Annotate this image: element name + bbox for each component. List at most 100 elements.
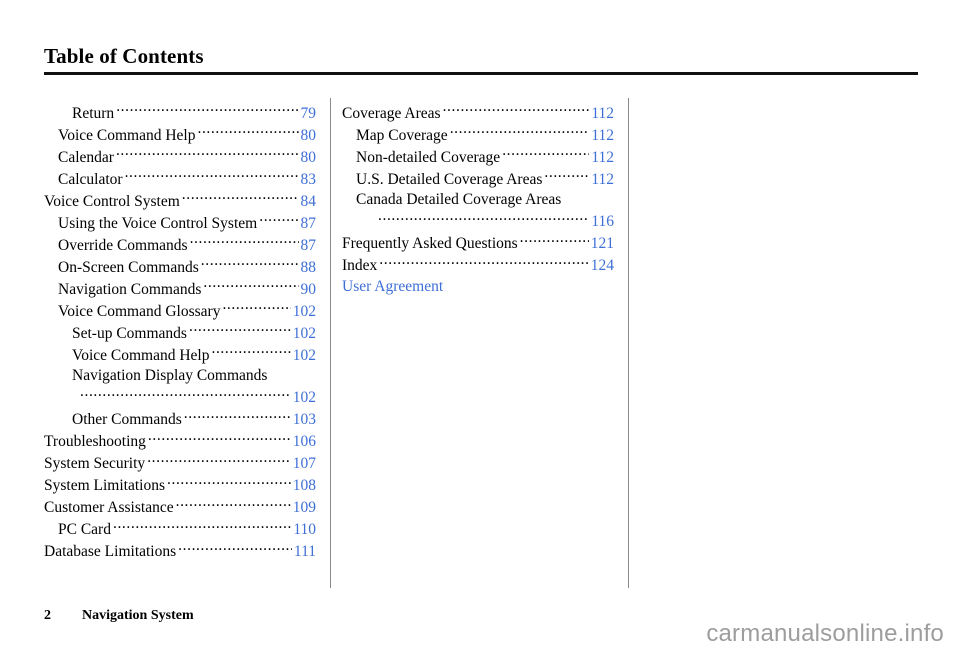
footer-section-title: Navigation System — [82, 608, 194, 623]
toc-entry[interactable]: Non-detailed Coverage 112 — [342, 146, 614, 168]
toc-leader-dots — [80, 387, 291, 403]
toc-leader-dots — [167, 475, 291, 491]
toc-entry[interactable]: Voice Control System 84 — [44, 190, 316, 212]
toc-page-number[interactable]: 107 — [292, 454, 316, 475]
toc-leader-dots — [502, 146, 589, 162]
toc-leader-dots — [520, 233, 589, 249]
toc-leader-dots — [190, 234, 299, 250]
toc-entry[interactable]: Canada Detailed Coverage Areas — [342, 190, 614, 211]
toc-leader-dots — [182, 190, 299, 206]
toc-entry[interactable]: Calendar 80 — [44, 146, 316, 168]
toc-entry-label: Override Commands — [58, 236, 188, 254]
footer-page-number: 2 — [44, 608, 51, 623]
toc-entry-label: PC Card — [58, 521, 111, 538]
toc-entry-label: Navigation Display Commands — [72, 367, 268, 384]
toc-entry-label: Non-detailed Coverage — [356, 148, 501, 166]
toc-entry-label: Voice Command Help — [72, 346, 210, 364]
toc-page-number[interactable]: 110 — [292, 520, 316, 541]
toc-entry-label: Return — [72, 104, 115, 122]
toc-page-number[interactable]: 80 — [300, 126, 317, 147]
toc-entry[interactable]: Voice Command Glossary 102 — [44, 300, 316, 322]
toc-page-number[interactable]: 90 — [300, 280, 317, 301]
toc-page-number[interactable]: 112 — [590, 104, 614, 125]
toc-page-number[interactable]: 87 — [300, 236, 317, 257]
toc-entry-continuation[interactable]: 116 — [342, 211, 614, 233]
toc-entry[interactable]: System Security 107 — [44, 453, 316, 475]
toc-leader-dots — [379, 255, 588, 271]
toc-entry[interactable]: Frequently Asked Questions 121 — [342, 233, 614, 255]
toc-entry-label: Frequently Asked Questions — [342, 235, 518, 252]
toc-page-number[interactable]: 108 — [292, 476, 316, 497]
toc-entry[interactable]: Calculator 83 — [44, 168, 316, 190]
toc-page-number[interactable]: 102 — [292, 324, 316, 345]
toc-link-entry[interactable]: User Agreement — [342, 277, 614, 298]
toc-entry[interactable]: Database Limitations 111 — [44, 541, 316, 563]
toc-page-number[interactable]: 121 — [590, 234, 614, 255]
toc-entry-label: Voice Command Help — [58, 126, 196, 144]
toc-entry[interactable]: Voice Command Help 80 — [44, 124, 316, 146]
toc-entry[interactable]: Other Commands 103 — [44, 409, 316, 431]
toc-entry[interactable]: Navigation Display Commands — [44, 366, 316, 387]
toc-entry[interactable]: Troubleshooting 106 — [44, 431, 316, 453]
toc-entry[interactable]: Map Coverage 112 — [342, 124, 614, 146]
toc-entry-label: Coverage Areas — [342, 104, 441, 122]
toc-entry[interactable]: PC Card 110 — [44, 519, 316, 541]
toc-page-number[interactable]: 112 — [590, 170, 614, 191]
toc-entry-label: Navigation Commands — [58, 280, 202, 298]
toc-entry[interactable]: Index 124 — [342, 255, 614, 277]
toc-page-number[interactable]: 80 — [300, 148, 317, 169]
toc-entry[interactable]: System Limitations 108 — [44, 475, 316, 497]
toc-entry[interactable]: Coverage Areas 112 — [342, 102, 614, 124]
toc-entry[interactable]: Voice Command Help 102 — [44, 344, 316, 366]
toc-column-left: Return79Voice Command Help80Calendar80Ca… — [44, 102, 316, 563]
toc-leader-dots — [203, 278, 298, 294]
toc-entry[interactable]: Customer Assistance 109 — [44, 497, 316, 519]
toc-entry-label: U.S. Detailed Coverage Areas — [356, 170, 543, 188]
toc-page-number[interactable]: 79 — [300, 104, 317, 125]
toc-entry[interactable]: On-Screen Commands 88 — [44, 256, 316, 278]
toc-entry[interactable]: Navigation Commands 90 — [44, 278, 316, 300]
toc-leader-dots — [378, 211, 589, 227]
toc-entry[interactable]: U.S. Detailed Coverage Areas 112 — [342, 168, 614, 190]
toc-entry[interactable]: Set-up Commands 102 — [44, 322, 316, 344]
toc-entry-label: Map Coverage — [356, 126, 448, 144]
toc-entry-label: Using the Voice Control System — [58, 214, 258, 232]
toc-page-number[interactable]: 111 — [293, 542, 316, 563]
toc-page-number[interactable]: 102 — [292, 388, 316, 409]
toc-page-number[interactable]: 109 — [292, 498, 316, 519]
toc-page-number[interactable]: 116 — [590, 212, 614, 233]
toc-leader-dots — [201, 256, 299, 272]
toc-entry[interactable]: Override Commands 87 — [44, 234, 316, 256]
toc-entry-label: Canada Detailed Coverage Areas — [356, 191, 562, 208]
toc-entry-label: Other Commands — [72, 411, 182, 428]
toc-leader-dots — [443, 102, 590, 118]
toc-leader-dots — [116, 146, 299, 162]
toc-page-number[interactable]: 103 — [292, 410, 316, 431]
toc-entry[interactable]: Using the Voice Control System 87 — [44, 212, 316, 234]
column-divider-left — [330, 98, 331, 588]
toc-page-number[interactable]: 112 — [590, 126, 614, 147]
toc-entry-continuation[interactable]: 102 — [44, 387, 316, 409]
toc-leader-dots — [125, 168, 299, 184]
toc-leader-dots — [544, 168, 589, 184]
toc-leader-dots — [450, 124, 590, 140]
toc-page-number[interactable]: 87 — [300, 214, 317, 235]
toc-entry-label: On-Screen Commands — [58, 258, 199, 276]
toc-page-number[interactable]: 84 — [300, 192, 317, 213]
toc-page-number[interactable]: 112 — [590, 148, 614, 169]
toc-leader-dots — [148, 431, 291, 447]
toc-page-number[interactable]: 124 — [590, 256, 614, 277]
toc-entry-label: User Agreement — [342, 277, 444, 295]
toc-entry[interactable]: Return 79 — [44, 102, 316, 124]
toc-entry-label: Calendar — [58, 148, 114, 166]
toc-page-number[interactable]: 102 — [292, 346, 316, 367]
toc-page-number[interactable]: 88 — [300, 258, 317, 279]
column-divider-right — [628, 98, 629, 588]
toc-page-number[interactable]: 102 — [292, 302, 316, 323]
toc-leader-dots — [211, 344, 290, 360]
toc-leader-dots — [189, 322, 291, 338]
toc-leader-dots — [116, 102, 298, 118]
toc-page-number[interactable]: 83 — [300, 170, 317, 191]
toc-entry-label: System Limitations — [44, 477, 165, 494]
toc-page-number[interactable]: 106 — [292, 432, 316, 453]
